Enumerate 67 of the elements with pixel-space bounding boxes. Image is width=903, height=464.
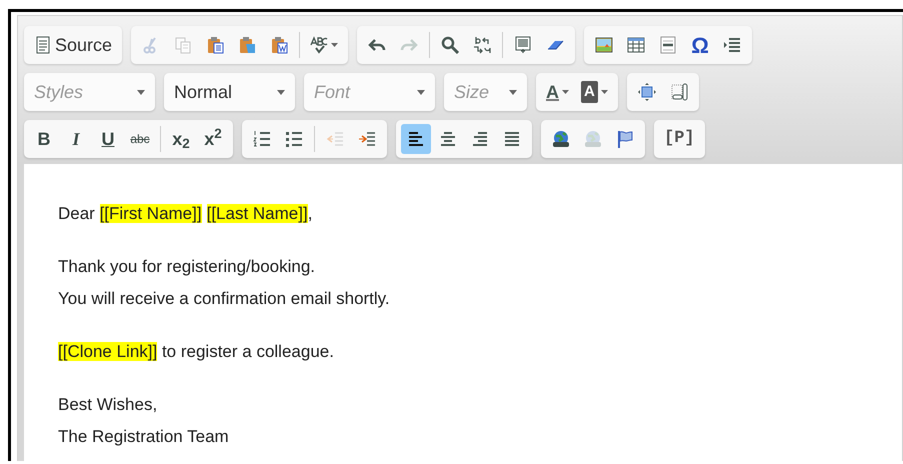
select-all-icon bbox=[514, 36, 532, 54]
globe-link-icon bbox=[584, 130, 602, 148]
dotted-box-icon bbox=[670, 83, 688, 101]
button-label: U bbox=[102, 128, 114, 150]
toolbar-button[interactable]: U bbox=[93, 124, 123, 154]
spellcheck-icon bbox=[310, 36, 328, 54]
clipboard-icon bbox=[270, 36, 288, 54]
placeholder-text: Font bbox=[314, 80, 350, 104]
search-icon bbox=[441, 36, 460, 54]
placeholder-text: Size bbox=[454, 80, 490, 104]
toolbar-button[interactable]: x$_{2}$ bbox=[166, 124, 196, 154]
replace-icon bbox=[473, 36, 492, 54]
button-label: Ω bbox=[691, 32, 709, 60]
text-line: Best Wishes, bbox=[58, 394, 158, 416]
button-label: x$_{2}$ bbox=[172, 128, 190, 152]
button-label: B bbox=[38, 128, 50, 150]
caret-icon bbox=[137, 90, 145, 94]
align-right-icon bbox=[471, 130, 489, 148]
outdent-icon bbox=[326, 130, 344, 148]
source-button[interactable]: Source bbox=[29, 30, 118, 60]
toolbar-button[interactable]: Ω bbox=[685, 30, 716, 60]
toolbar-button[interactable] bbox=[401, 124, 431, 154]
flag-icon bbox=[616, 130, 634, 148]
text-line: You will receive a confirmation email shortly. bbox=[58, 288, 391, 310]
editor-content-area[interactable]: Dear [[First Name]] [[Last Name]], Thank you for registering/booking. You will receive a confirmation email shortly. [[Clone Link]] to register a colleague. Best Wishes, The Registration Team bbox=[24, 164, 902, 461]
button-label: A bbox=[581, 80, 598, 104]
button-label: [P] bbox=[664, 128, 695, 150]
toolbar-button[interactable]: x$^{2}$ bbox=[198, 124, 228, 154]
text-line: Dear [[First Name]] [[Last Name]], bbox=[58, 203, 314, 225]
copy-icon bbox=[174, 36, 192, 54]
button-label: I bbox=[72, 128, 80, 150]
dropdown-field[interactable]: Normal bbox=[164, 73, 295, 111]
toolbar-button[interactable]: I bbox=[61, 124, 91, 154]
dropdown-value: Normal bbox=[174, 80, 232, 104]
placeholder-text: Styles bbox=[34, 80, 84, 104]
clipboard-icon bbox=[206, 36, 224, 54]
table-icon bbox=[627, 36, 646, 54]
align-center-icon bbox=[439, 130, 457, 148]
caret-icon bbox=[331, 43, 338, 47]
show-blocks-icon bbox=[723, 36, 742, 54]
button-label: Source bbox=[55, 34, 112, 56]
button-label: abc bbox=[130, 131, 150, 148]
text-line: [[Clone Link]] to register a colleague. bbox=[58, 341, 335, 363]
toolbar-button[interactable]: A bbox=[576, 77, 613, 107]
globe-link-icon bbox=[552, 130, 570, 148]
numbered-list-icon bbox=[253, 130, 271, 148]
toolbar-button[interactable]: [P] bbox=[659, 124, 700, 154]
text-line: The Registration Team bbox=[58, 426, 230, 448]
maximize-icon bbox=[638, 83, 656, 101]
clipboard-icon bbox=[238, 36, 256, 54]
caret-icon bbox=[277, 90, 285, 94]
caret-icon bbox=[562, 90, 569, 94]
caret-icon bbox=[417, 90, 425, 94]
document-icon bbox=[34, 36, 52, 54]
toolbar-button[interactable]: B bbox=[29, 124, 59, 154]
toolbar-button[interactable]: A bbox=[541, 77, 574, 107]
bullet-list-icon bbox=[285, 130, 303, 148]
indent-icon bbox=[358, 130, 376, 148]
align-left-icon bbox=[407, 130, 425, 148]
caret-icon bbox=[509, 90, 517, 94]
justify-icon bbox=[503, 130, 521, 148]
button-label: A bbox=[546, 80, 559, 104]
caret-icon bbox=[600, 90, 608, 94]
image-icon bbox=[595, 36, 614, 54]
toolbar-button[interactable]: abc bbox=[125, 124, 155, 154]
text-line: Thank you for registering/booking. bbox=[58, 256, 316, 278]
button-label: x$^{2}$ bbox=[204, 126, 222, 150]
